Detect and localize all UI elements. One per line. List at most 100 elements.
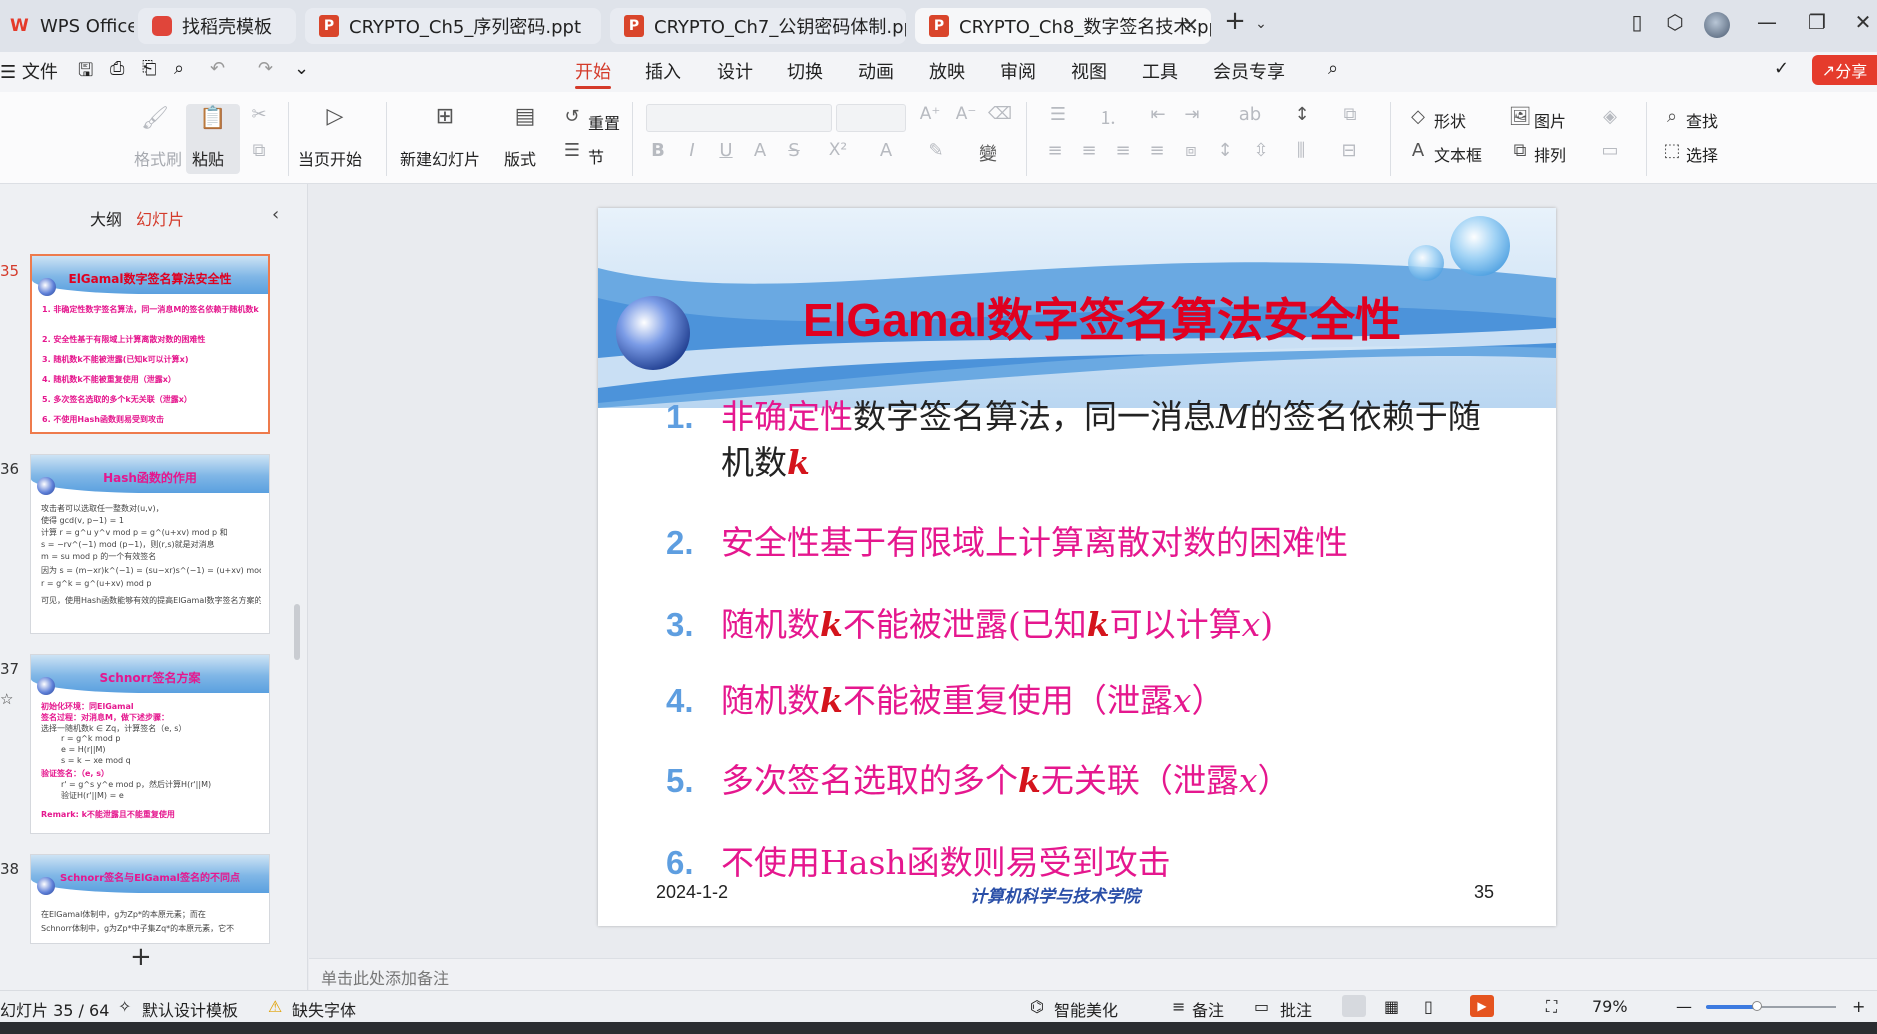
strikethrough-icon[interactable]: S [784, 140, 804, 161]
textbox-button[interactable]: 文本框 [1434, 142, 1482, 166]
cloud-check-icon[interactable]: ✓ [1774, 58, 1789, 79]
slide-sorter-icon[interactable]: ▦ [1384, 997, 1399, 1016]
slide-thumbnail-35[interactable]: ElGamal数字签名算法安全性 1. 非确定性数字签名算法，同一消息M的签名依… [30, 254, 270, 434]
play-from-current-button[interactable]: 当页开始 [298, 146, 362, 170]
fill-icon[interactable]: ◈ [1598, 106, 1622, 127]
menu-member[interactable]: 会员专享 [1213, 58, 1285, 84]
menu-insert[interactable]: 插入 [645, 58, 681, 84]
justify-icon[interactable]: ≡ [1146, 140, 1168, 161]
normal-view-icon[interactable] [1342, 995, 1366, 1017]
zoom-slider-handle[interactable] [1752, 1001, 1762, 1011]
find-icon[interactable]: ⌕ [1660, 106, 1684, 127]
print-icon[interactable]: ⎗ [142, 58, 156, 79]
outline-icon[interactable]: ▭ [1598, 140, 1622, 161]
menu-home[interactable]: 开始 [575, 58, 611, 89]
format-painter-button[interactable]: 格式刷 [134, 146, 182, 170]
picture-button[interactable]: 图片 [1534, 108, 1566, 132]
reset-button[interactable]: 重置 [588, 110, 620, 134]
play-slideshow-icon[interactable]: ▶ [1470, 995, 1494, 1017]
avatar[interactable] [1704, 12, 1730, 38]
tab-ch7[interactable]: P CRYPTO_Ch7_公钥密码体制.ppt [610, 8, 906, 44]
menu-transitions[interactable]: 切换 [787, 58, 823, 84]
highlight-icon[interactable]: ✎ [924, 140, 948, 161]
menu-view[interactable]: 视图 [1071, 58, 1107, 84]
tab-ch5[interactable]: P CRYPTO_Ch5_序列密码.ppt [305, 8, 601, 44]
smart-beautify-button[interactable]: 智能美化 [1054, 997, 1118, 1021]
cut-icon[interactable]: ✂ [246, 104, 272, 125]
align-left-icon[interactable]: ≡ [1044, 140, 1066, 161]
clear-format-icon[interactable]: ⌫ [988, 104, 1012, 124]
copy-icon[interactable]: ⧉ [246, 140, 272, 161]
zoom-out-icon[interactable]: — [1676, 997, 1692, 1016]
bold-icon[interactable]: B [648, 140, 668, 161]
text-align-icon[interactable]: ⊟ [1338, 140, 1360, 161]
chevron-down-icon[interactable]: ⌄ [1244, 16, 1278, 32]
increase-indent-icon[interactable]: ⇥ [1180, 104, 1204, 125]
shadow-icon[interactable]: A [750, 140, 770, 161]
minimize-icon[interactable]: — [1750, 10, 1784, 34]
print-preview-icon[interactable]: ⌕ [174, 58, 184, 79]
arrange-icon[interactable]: ⧉ [1508, 140, 1532, 161]
increase-font-icon[interactable]: A⁺ [918, 104, 942, 124]
font-size-select[interactable] [836, 104, 906, 132]
undo-icon[interactable]: ↶ [210, 58, 225, 79]
distribute-icon[interactable]: ⧈ [1180, 140, 1202, 161]
outline-tab[interactable]: 大纲 [90, 206, 122, 230]
comments-button[interactable]: 批注 [1280, 997, 1312, 1021]
missing-font-button[interactable]: 缺失字体 [292, 997, 356, 1021]
cube-icon[interactable]: ⬡ [1658, 10, 1692, 34]
select-button[interactable]: 选择 [1686, 142, 1718, 166]
add-slide-icon[interactable]: + [130, 942, 152, 972]
layout-icon[interactable]: ▯ [1620, 10, 1654, 34]
collapse-panel-icon[interactable]: ‹ [272, 204, 279, 225]
text-direction-icon[interactable]: ab [1236, 104, 1264, 125]
zoom-in-icon[interactable]: + [1852, 997, 1865, 1016]
numbered-list-icon[interactable]: ⒈ [1094, 104, 1122, 130]
section-icon[interactable]: ☰ [560, 140, 584, 161]
menu-design[interactable]: 设计 [717, 58, 753, 84]
tab-wps-home[interactable]: W WPS Office [0, 8, 134, 44]
new-slide-button[interactable]: 新建幻灯片 [400, 146, 480, 170]
underline-icon[interactable]: U [716, 140, 736, 161]
menu-slideshow[interactable]: 放映 [929, 58, 965, 84]
menu-tools[interactable]: 工具 [1142, 58, 1178, 84]
phonetic-icon[interactable]: 變 [974, 140, 1002, 166]
search-icon[interactable]: ⌕ [1328, 58, 1338, 79]
restore-icon[interactable]: ❐ [1800, 10, 1834, 34]
superscript-icon[interactable]: X² [824, 140, 852, 160]
fit-window-icon[interactable]: ⛶ [1546, 997, 1557, 1017]
save-icon[interactable]: 🖫 [78, 58, 93, 88]
slide[interactable]: ElGamal数字签名算法安全性 1. 非确定性数字签名算法，同一消息𝑀的签名依赖… [598, 208, 1556, 926]
find-button[interactable]: 查找 [1686, 108, 1718, 132]
decrease-indent-icon[interactable]: ⇤ [1146, 104, 1170, 125]
italic-icon[interactable]: I [682, 140, 702, 161]
close-tab-icon[interactable]: ✕ [1182, 13, 1199, 37]
decrease-font-icon[interactable]: A⁻ [954, 104, 978, 124]
textbox-icon[interactable]: A [1406, 140, 1430, 161]
format-painter-icon[interactable]: 🖌 [140, 106, 170, 131]
new-slide-icon[interactable]: ⊞ [430, 104, 460, 129]
menu-animations[interactable]: 动画 [858, 58, 894, 84]
notes-pane[interactable]: 单击此处添加备注 [309, 958, 1877, 990]
slide-thumbnail-38[interactable]: Schnorr签名与ElGamal签名的不同点 在ElGamal体制中，g为Zp… [30, 854, 270, 944]
star-icon[interactable]: ☆ [0, 690, 13, 708]
notes-button[interactable]: 备注 [1192, 997, 1224, 1021]
arrange-button[interactable]: 排列 [1534, 142, 1566, 166]
slide-thumbnail-36[interactable]: Hash函数的作用 攻击者可以选取任一整数对(u,v)， 使得 gcd(v, p… [30, 454, 270, 634]
sort-icon[interactable]: ↕ [1288, 104, 1316, 125]
font-color-icon[interactable]: A [874, 140, 898, 161]
export-icon[interactable]: ⎙ [110, 58, 124, 79]
menu-review[interactable]: 审阅 [1000, 58, 1036, 84]
column-icon[interactable]: ⫼ [1290, 140, 1312, 161]
share-button[interactable]: ↗ 分享 [1812, 55, 1877, 85]
zoom-level[interactable]: 79% [1592, 997, 1628, 1016]
design-template-button[interactable]: 默认设计模板 [142, 997, 238, 1021]
close-window-icon[interactable]: ✕ [1846, 10, 1877, 34]
slides-tab[interactable]: 幻灯片 [136, 206, 184, 230]
file-menu[interactable]: ☰ 文件 [0, 58, 58, 84]
font-family-select[interactable] [646, 104, 832, 132]
select-icon[interactable]: ⬚ [1660, 140, 1684, 161]
bullet-list-icon[interactable]: ☰ [1044, 104, 1072, 125]
picture-icon[interactable]: 🖼 [1508, 106, 1532, 127]
layout-icon[interactable]: ▤ [510, 104, 540, 129]
